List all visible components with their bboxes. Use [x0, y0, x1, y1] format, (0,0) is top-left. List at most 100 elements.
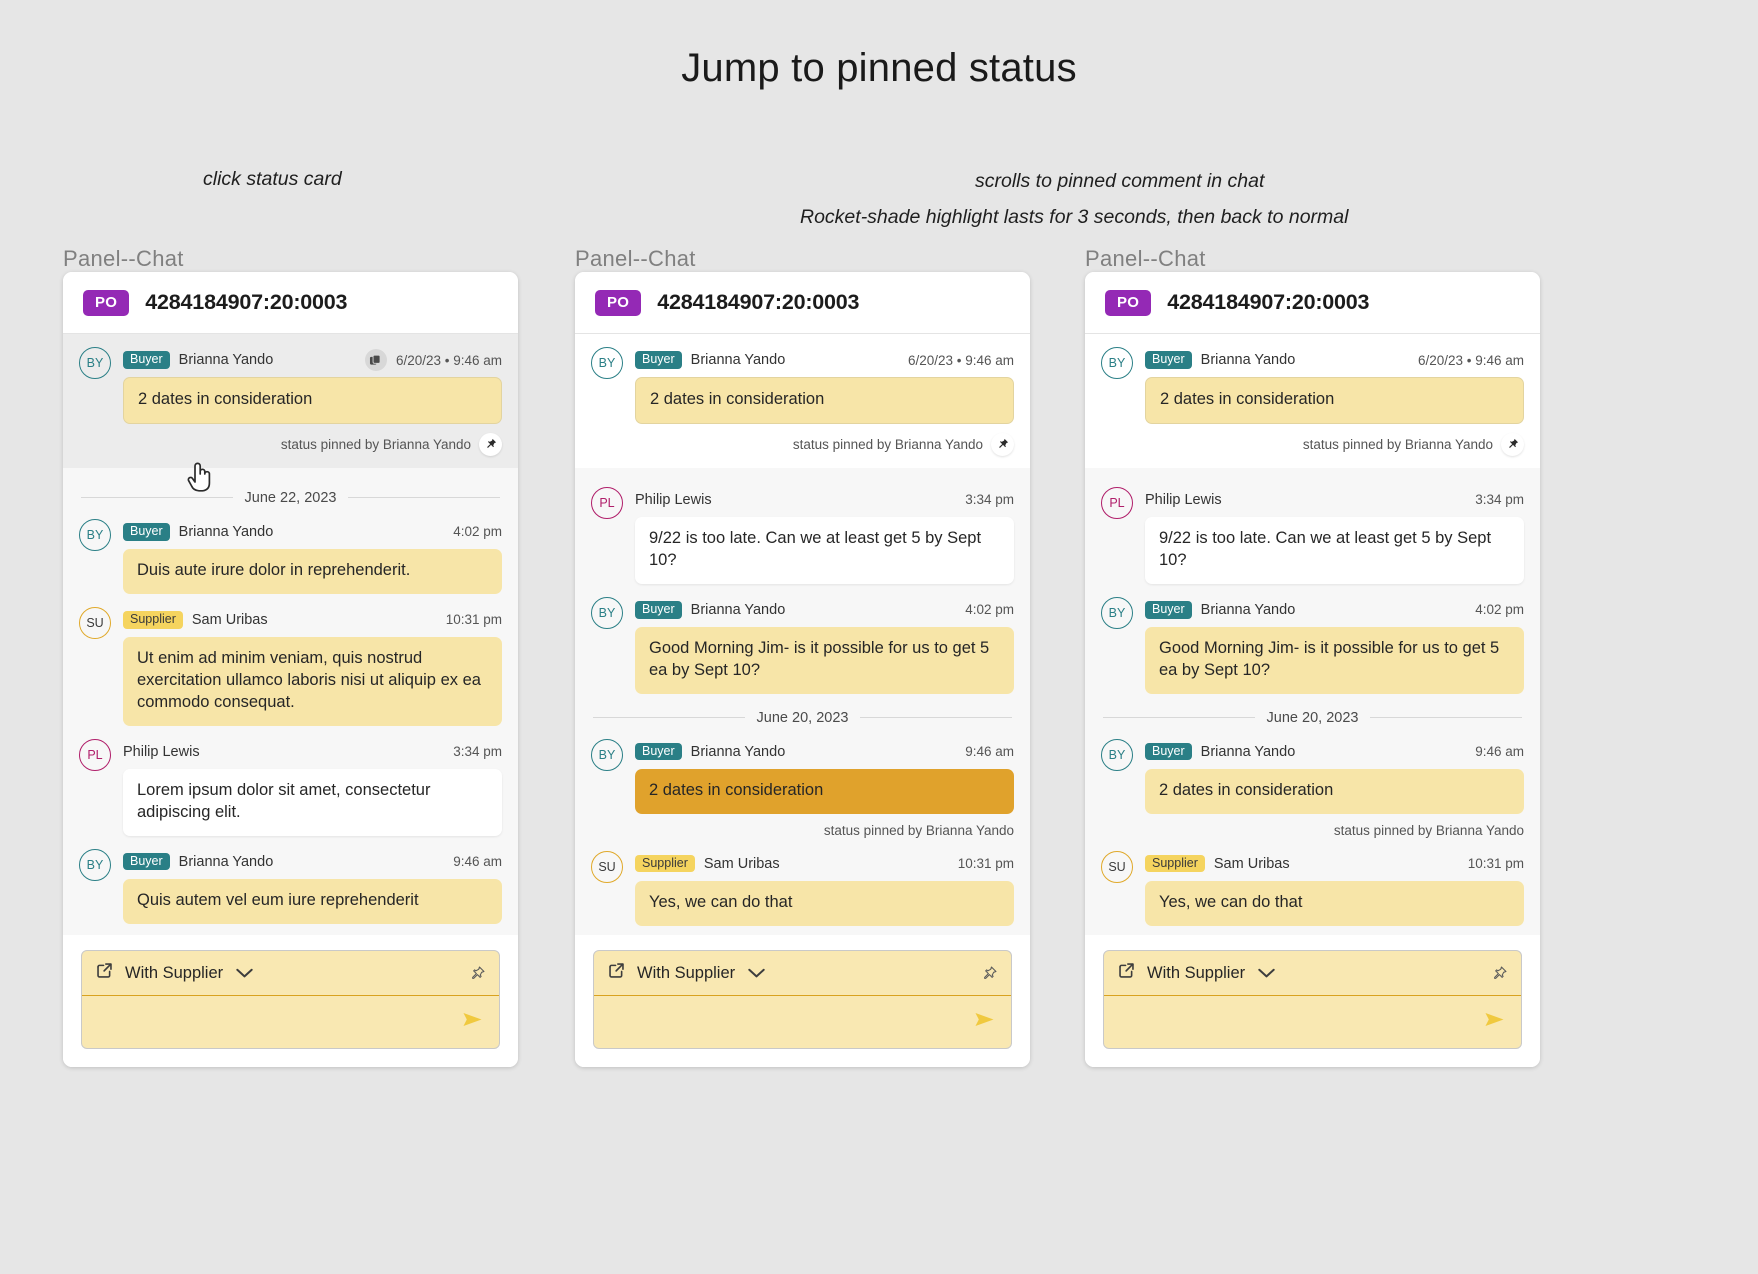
copy-icon[interactable]	[364, 349, 387, 371]
pin-outline-icon[interactable]	[981, 965, 998, 982]
role-badge: Buyer	[635, 351, 682, 369]
system-event: Sam Uribas changed commit date to Sept 4…	[591, 928, 1014, 935]
chat-message: BY Buyer Brianna Yando 4:02 pm Duis aute iru…	[79, 508, 502, 596]
message-bubble: 9/22 is too late. Can we at least get 5 …	[1145, 516, 1524, 584]
message-timestamp: 10:31 pm	[1467, 856, 1524, 872]
chevron-down-icon[interactable]	[235, 967, 254, 979]
status-pinned-note: status pinned by Brianna Yando	[123, 432, 502, 456]
message-meta-right: 4:02 pm	[1475, 602, 1524, 617]
chat-message: PL Philip Lewis 3:34 pm 9/22 is too late. C…	[1101, 476, 1524, 586]
message-meta-right: 4:02 pm	[965, 602, 1014, 617]
pin-outline-icon[interactable]	[469, 965, 486, 982]
system-event: Sam Uribas changed commit date to Sept 4…	[79, 926, 502, 936]
pin-filled-icon[interactable]	[991, 432, 1014, 456]
avatar: BY	[591, 738, 623, 771]
send-arrow-icon[interactable]	[972, 1010, 997, 1034]
composer-input-row[interactable]	[82, 996, 499, 1048]
message-timestamp: 3:34 pm	[965, 492, 1014, 508]
pinned-message: BY Buyer Brianna Yando 6/20/23 • 9:46 am 2 d…	[1101, 346, 1524, 458]
sender-name: Brianna Yando	[690, 743, 786, 760]
message-body: Buyer Brianna Yando 9:46 am 2 dates in cons…	[635, 738, 1014, 838]
message-body: Buyer Brianna Yando 6/20/23 • 9:46 am 2 dat…	[123, 346, 502, 456]
avatar: SU	[1101, 850, 1133, 883]
po-number: 4284184907:20:0003	[1167, 290, 1370, 314]
message-bubble: Duis aute irure dolor in reprehenderit.	[123, 548, 502, 594]
avatar: PL	[591, 486, 623, 519]
message-composer[interactable]: With Supplier	[1103, 950, 1522, 1049]
external-link-icon[interactable]	[1117, 961, 1136, 985]
role-badge: Buyer	[123, 852, 170, 871]
message-meta-right: 3:34 pm	[453, 744, 502, 759]
sender-name: Brianna Yando	[1200, 601, 1296, 618]
message-bubble: 9/22 is too late. Can we at least get 5 …	[635, 516, 1014, 584]
avatar: SU	[591, 850, 623, 883]
message-body: Buyer Brianna Yando 6/20/23 • 9:46 am 2 dat…	[635, 346, 1014, 456]
message-meta: Buyer Brianna Yando 6/20/23 • 9:46 am	[635, 350, 1014, 370]
annotation-highlight-duration: Rocket-shade highlight lasts for 3 secon…	[800, 206, 1349, 228]
message-meta-right: 6/20/23 • 9:46 am	[1418, 353, 1524, 368]
pin-filled-icon[interactable]	[479, 432, 502, 456]
sender-name: Philip Lewis	[1145, 491, 1222, 508]
external-link-icon[interactable]	[95, 961, 114, 985]
pinned-bubble: 2 dates in consideration	[635, 377, 1014, 424]
message-meta: Supplier Sam Uribas 10:31 pm	[123, 610, 502, 630]
message-body: Philip Lewis 3:34 pm 9/22 is too late. Can…	[635, 486, 1014, 584]
composer-status-row: With Supplier	[1104, 951, 1521, 996]
pinned-status-card[interactable]: BY Buyer Brianna Yando 6/20/23 • 9:46 am 2 d…	[575, 334, 1030, 468]
role-badge: Buyer	[123, 523, 170, 541]
message-bubble: Yes, we can do that	[1145, 880, 1524, 926]
chat-message: PL Philip Lewis 3:34 pm 9/22 is too late. C…	[591, 476, 1014, 586]
message-body: Supplier Sam Uribas 10:31 pm Yes, we can do…	[1145, 850, 1524, 926]
chevron-down-icon[interactable]	[747, 967, 766, 979]
message-body: Supplier Sam Uribas 10:31 pm Ut enim ad min…	[123, 606, 502, 726]
avatar: BY	[591, 596, 623, 629]
avatar: BY	[1101, 596, 1133, 629]
status-pinned-text: status pinned by Brianna Yando	[1302, 436, 1493, 452]
sender-name: Brianna Yando	[690, 352, 786, 368]
avatar: BY	[1101, 347, 1133, 379]
composer-input-row[interactable]	[1104, 996, 1521, 1048]
message-meta-right: 10:31 pm	[958, 856, 1014, 871]
chat-message: PL Philip Lewis 3:34 pm Lorem ipsum dolor s…	[79, 728, 502, 838]
chat-thread[interactable]: June 22, 2023 BY Buyer Brianna Yando 4:02 pm…	[63, 467, 518, 936]
sender-name: Philip Lewis	[635, 491, 712, 508]
chat-thread[interactable]: PL Philip Lewis 3:34 pm 9/22 is too late. C…	[1085, 467, 1540, 935]
message-composer[interactable]: With Supplier	[593, 950, 1012, 1049]
send-arrow-icon[interactable]	[1482, 1010, 1507, 1034]
send-arrow-icon[interactable]	[460, 1010, 485, 1034]
message-bubble: Ut enim ad minim veniam, quis nostrud ex…	[123, 636, 502, 726]
message-meta-right: 3:34 pm	[1475, 492, 1524, 507]
composer-input-row[interactable]	[594, 996, 1011, 1048]
pin-filled-icon[interactable]	[1501, 432, 1524, 456]
sender-name: Brianna Yando	[1200, 352, 1296, 368]
panel-label: Panel--Chat	[575, 246, 696, 271]
pinned-status-card[interactable]: BY Buyer Brianna Yando 6/20/23 • 9:46 am 2 d…	[1085, 334, 1540, 468]
sender-name: Brianna Yando	[690, 601, 786, 618]
pinned-status-card[interactable]: BY Buyer Brianna Yando 6/20/23 • 9:46 am 2 d…	[63, 334, 518, 468]
message-meta-right: 10:31 pm	[446, 612, 502, 627]
message-composer[interactable]: With Supplier	[81, 950, 500, 1049]
pinned-bubble: 2 dates in consideration	[123, 377, 502, 424]
message-bubble: Good Morning Jim- is it possible for us …	[635, 626, 1014, 694]
message-bubble: 2 dates in consideration	[1145, 768, 1524, 814]
composer-area: With Supplier	[575, 935, 1030, 1067]
panel-header: PO 4284184907:20:0003	[63, 272, 518, 334]
external-link-icon[interactable]	[607, 961, 626, 985]
message-body: Buyer Brianna Yando 9:46 am Quis autem vel …	[123, 848, 502, 924]
avatar: BY	[79, 848, 111, 881]
po-number: 4284184907:20:0003	[657, 290, 860, 314]
message-meta: Philip Lewis 3:34 pm	[123, 742, 502, 762]
chevron-down-icon[interactable]	[1257, 967, 1276, 979]
message-meta: Supplier Sam Uribas 10:31 pm	[635, 854, 1014, 874]
pin-outline-icon[interactable]	[1491, 965, 1508, 982]
annotation-click-status-card: click status card	[203, 168, 342, 190]
chat-thread[interactable]: PL Philip Lewis 3:34 pm 9/22 is too late. C…	[575, 467, 1030, 935]
message-timestamp: 10:31 pm	[957, 856, 1014, 872]
panel-header: PO 4284184907:20:0003	[575, 272, 1030, 334]
role-badge: Buyer	[1145, 742, 1192, 761]
sender-name: Brianna Yando	[1200, 743, 1296, 760]
message-timestamp: 4:02 pm	[453, 524, 502, 540]
pinned-bubble: 2 dates in consideration	[1145, 377, 1524, 424]
sender-name: Brianna Yando	[178, 853, 274, 870]
chat-panel: PO 4284184907:20:0003 BY Buyer Brianna Yando…	[1085, 272, 1540, 1067]
